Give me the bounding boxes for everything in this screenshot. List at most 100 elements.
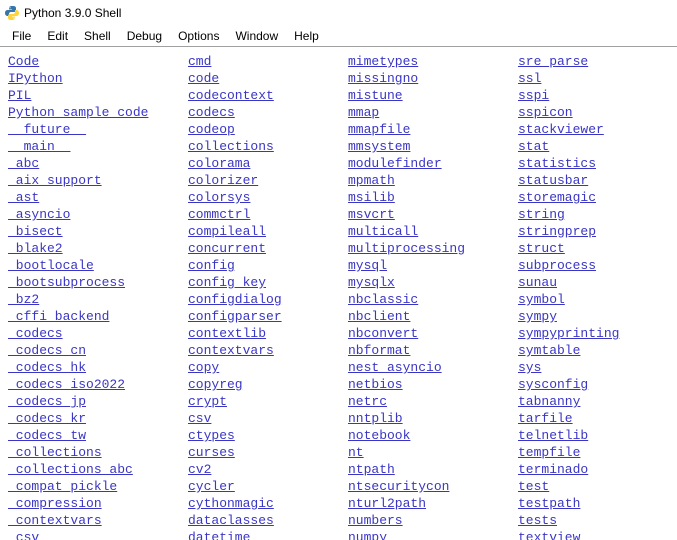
module-link[interactable]: nt xyxy=(348,445,364,460)
module-link[interactable]: missingno xyxy=(348,71,418,86)
module-link[interactable]: mmap xyxy=(348,105,379,120)
module-link[interactable]: _codecs xyxy=(8,326,63,341)
module-link[interactable]: _collections xyxy=(8,445,102,460)
module-link[interactable]: mmapfile xyxy=(348,122,410,137)
module-link[interactable]: mysql xyxy=(348,258,387,273)
module-link[interactable]: configdialog xyxy=(188,292,282,307)
module-link[interactable]: cythonmagic xyxy=(188,496,274,511)
module-link[interactable]: statistics xyxy=(518,156,596,171)
module-link[interactable]: IPython xyxy=(8,71,63,86)
module-link[interactable]: nbclient xyxy=(348,309,410,324)
module-link[interactable]: mpmath xyxy=(348,173,395,188)
module-link[interactable]: nest_asyncio xyxy=(348,360,442,375)
module-link[interactable]: mimetypes xyxy=(348,54,418,69)
module-link[interactable]: symbol xyxy=(518,292,565,307)
module-link[interactable]: copy xyxy=(188,360,219,375)
module-link[interactable]: tabnanny xyxy=(518,394,580,409)
module-link[interactable]: _collections_abc xyxy=(8,462,133,477)
module-link[interactable]: collections xyxy=(188,139,274,154)
module-link[interactable]: mysqlx xyxy=(348,275,395,290)
module-link[interactable]: _bisect xyxy=(8,224,63,239)
module-link[interactable]: terminado xyxy=(518,462,588,477)
module-link[interactable]: _codecs_iso2022 xyxy=(8,377,125,392)
module-link[interactable]: msvcrt xyxy=(348,207,395,222)
menu-shell[interactable]: Shell xyxy=(76,27,119,45)
module-link[interactable]: stringprep xyxy=(518,224,596,239)
module-link[interactable]: _cffi_backend xyxy=(8,309,109,324)
module-link[interactable]: contextvars xyxy=(188,343,274,358)
module-link[interactable]: codecontext xyxy=(188,88,274,103)
module-link[interactable]: cv2 xyxy=(188,462,211,477)
module-link[interactable]: concurrent xyxy=(188,241,266,256)
module-link[interactable]: ntpath xyxy=(348,462,395,477)
module-link[interactable]: msilib xyxy=(348,190,395,205)
module-link[interactable]: stat xyxy=(518,139,549,154)
module-link[interactable]: __main__ xyxy=(8,139,70,154)
module-link[interactable]: codecs xyxy=(188,105,235,120)
module-link[interactable]: telnetlib xyxy=(518,428,588,443)
module-link[interactable]: colorizer xyxy=(188,173,258,188)
module-link[interactable]: testpath xyxy=(518,496,580,511)
module-link[interactable]: _codecs_hk xyxy=(8,360,86,375)
module-link[interactable]: csv xyxy=(188,411,211,426)
menu-window[interactable]: Window xyxy=(227,27,286,45)
module-link[interactable]: _ast xyxy=(8,190,39,205)
module-link[interactable]: mistune xyxy=(348,88,403,103)
module-link[interactable]: sysconfig xyxy=(518,377,588,392)
module-link[interactable]: multicall xyxy=(348,224,418,239)
module-link[interactable]: _compression xyxy=(8,496,102,511)
module-link[interactable]: sympy xyxy=(518,309,557,324)
module-link[interactable]: curses xyxy=(188,445,235,460)
module-link[interactable]: datetime xyxy=(188,530,250,540)
module-link[interactable]: colorsys xyxy=(188,190,250,205)
module-link[interactable]: _codecs_cn xyxy=(8,343,86,358)
module-link[interactable]: sre_parse xyxy=(518,54,588,69)
module-link[interactable]: ssl xyxy=(518,71,541,86)
module-link[interactable]: struct xyxy=(518,241,565,256)
module-link[interactable]: subprocess xyxy=(518,258,596,273)
module-link[interactable]: config xyxy=(188,258,235,273)
module-link[interactable]: _bootsubprocess xyxy=(8,275,125,290)
module-link[interactable]: numbers xyxy=(348,513,403,528)
module-link[interactable]: _blake2 xyxy=(8,241,63,256)
module-link[interactable]: _codecs_kr xyxy=(8,411,86,426)
module-link[interactable]: test xyxy=(518,479,549,494)
module-link[interactable]: modulefinder xyxy=(348,156,442,171)
module-link[interactable]: _codecs_jp xyxy=(8,394,86,409)
module-link[interactable]: PIL xyxy=(8,88,31,103)
menu-debug[interactable]: Debug xyxy=(119,27,170,45)
menu-file[interactable]: File xyxy=(4,27,39,45)
module-link[interactable]: sspi xyxy=(518,88,549,103)
module-link[interactable]: ntsecuritycon xyxy=(348,479,449,494)
module-link[interactable]: codeop xyxy=(188,122,235,137)
module-link[interactable]: configparser xyxy=(188,309,282,324)
module-link[interactable]: tempfile xyxy=(518,445,580,460)
module-link[interactable]: symtable xyxy=(518,343,580,358)
module-link[interactable]: Code xyxy=(8,54,39,69)
module-link[interactable]: code xyxy=(188,71,219,86)
module-link[interactable]: netrc xyxy=(348,394,387,409)
module-link[interactable]: mmsystem xyxy=(348,139,410,154)
module-link[interactable]: nbconvert xyxy=(348,326,418,341)
module-link[interactable]: textview xyxy=(518,530,580,540)
module-link[interactable]: compileall xyxy=(188,224,266,239)
menu-edit[interactable]: Edit xyxy=(39,27,76,45)
module-link[interactable]: cycler xyxy=(188,479,235,494)
menu-help[interactable]: Help xyxy=(286,27,327,45)
module-link[interactable]: _asyncio xyxy=(8,207,70,222)
module-link[interactable]: nbformat xyxy=(348,343,410,358)
module-link[interactable]: ctypes xyxy=(188,428,235,443)
module-link[interactable]: cmd xyxy=(188,54,211,69)
module-link[interactable]: numpy xyxy=(348,530,387,540)
module-link[interactable]: _bz2 xyxy=(8,292,39,307)
module-link[interactable]: contextlib xyxy=(188,326,266,341)
module-link[interactable]: crypt xyxy=(188,394,227,409)
module-link[interactable]: statusbar xyxy=(518,173,588,188)
module-link[interactable]: _compat_pickle xyxy=(8,479,117,494)
module-link[interactable]: copyreg xyxy=(188,377,243,392)
module-link[interactable]: tests xyxy=(518,513,557,528)
module-link[interactable]: netbios xyxy=(348,377,403,392)
module-link[interactable]: string xyxy=(518,207,565,222)
module-link[interactable]: nturl2path xyxy=(348,496,426,511)
menu-options[interactable]: Options xyxy=(170,27,227,45)
